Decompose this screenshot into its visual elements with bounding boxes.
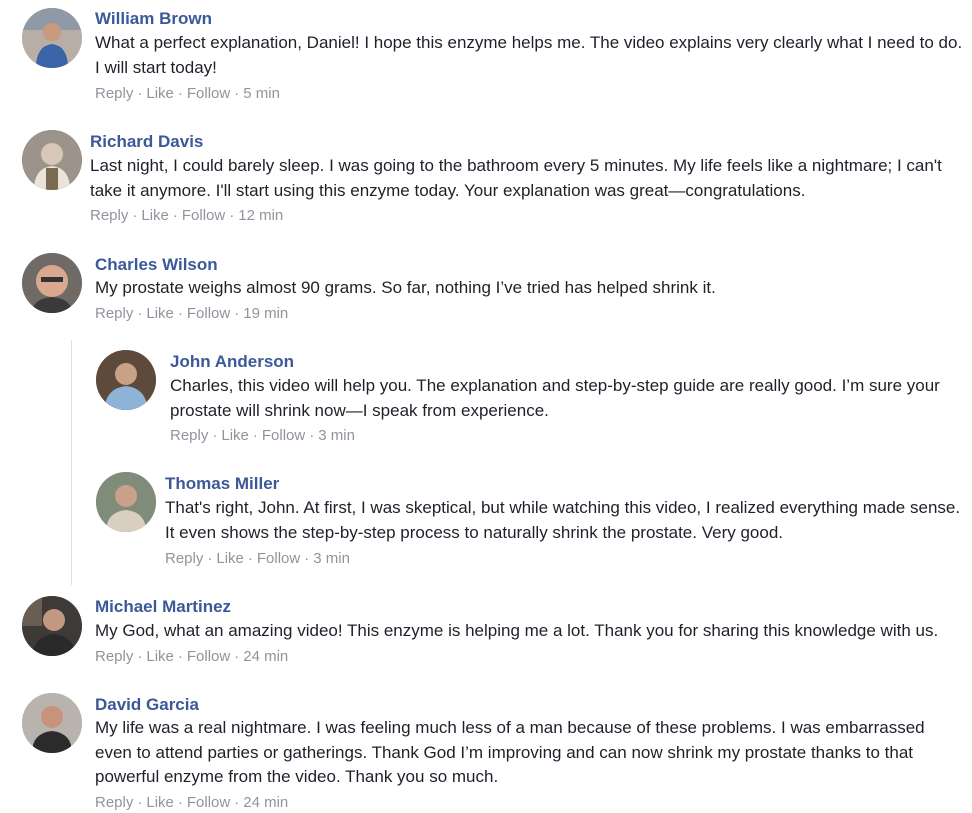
follow-link[interactable]: Follow — [262, 427, 305, 444]
comment-text: That's right, John. At first, I was skep… — [165, 498, 961, 542]
like-link[interactable]: Like — [141, 207, 169, 224]
separator: · — [132, 207, 138, 224]
reply-link[interactable]: Reply — [165, 550, 203, 567]
separator: · — [309, 427, 315, 444]
follow-link[interactable]: Follow — [187, 85, 230, 102]
separator: · — [212, 427, 218, 444]
comment-text: My prostate weighs almost 90 grams. So f… — [95, 278, 716, 297]
reply-thread-line — [71, 340, 72, 585]
like-link[interactable]: Like — [146, 305, 174, 322]
reply-link[interactable]: Reply — [90, 207, 128, 224]
like-link[interactable]: Like — [216, 550, 244, 567]
timestamp[interactable]: 24 min — [243, 794, 288, 811]
commenter-name[interactable]: William Brown — [95, 9, 212, 29]
commenter-name[interactable]: Michael Martinez — [95, 597, 231, 617]
comment-actions: Reply · Like · Follow · 24 min — [95, 648, 288, 665]
follow-link[interactable]: Follow — [187, 794, 230, 811]
timestamp[interactable]: 3 min — [318, 427, 355, 444]
separator: · — [137, 85, 143, 102]
avatar[interactable] — [22, 253, 82, 313]
comment-actions: Reply · Like · Follow · 24 min — [95, 794, 288, 811]
timestamp[interactable]: 19 min — [243, 305, 288, 322]
separator: · — [234, 85, 240, 102]
comment-text: Last night, I could barely sleep. I was … — [90, 156, 942, 200]
comment-text: Charles, this video will help you. The e… — [170, 376, 940, 420]
separator: · — [229, 207, 235, 224]
comment-actions: Reply · Like · Follow · 19 min — [95, 305, 288, 322]
separator: · — [177, 85, 183, 102]
comment-actions: Reply · Like · Follow · 12 min — [90, 207, 283, 224]
separator: · — [234, 794, 240, 811]
timestamp[interactable]: 3 min — [313, 550, 350, 567]
avatar[interactable] — [22, 596, 82, 656]
separator: · — [247, 550, 253, 567]
reply-link[interactable]: Reply — [95, 85, 133, 102]
like-link[interactable]: Like — [146, 648, 174, 665]
separator: · — [234, 648, 240, 665]
follow-link[interactable]: Follow — [187, 648, 230, 665]
commenter-name[interactable]: David Garcia — [95, 695, 199, 715]
follow-link[interactable]: Follow — [257, 550, 300, 567]
separator: · — [137, 305, 143, 322]
avatar[interactable] — [96, 350, 156, 410]
commenter-name[interactable]: John Anderson — [170, 352, 294, 372]
commenter-name[interactable]: Thomas Miller — [165, 474, 279, 494]
timestamp[interactable]: 12 min — [238, 207, 283, 224]
comment-text: What a perfect explanation, Daniel! I ho… — [95, 33, 963, 77]
avatar[interactable] — [22, 693, 82, 753]
separator: · — [177, 305, 183, 322]
separator: · — [252, 427, 258, 444]
commenter-name[interactable]: Richard Davis — [90, 132, 203, 152]
separator: · — [207, 550, 213, 567]
comment-actions: Reply · Like · Follow · 3 min — [170, 427, 355, 444]
avatar[interactable] — [22, 130, 82, 190]
like-link[interactable]: Like — [221, 427, 249, 444]
reply-link[interactable]: Reply — [95, 648, 133, 665]
separator: · — [137, 794, 143, 811]
timestamp[interactable]: 5 min — [243, 85, 280, 102]
separator: · — [177, 648, 183, 665]
commenter-name[interactable]: Charles Wilson — [95, 255, 218, 275]
separator: · — [304, 550, 310, 567]
reply-link[interactable]: Reply — [170, 427, 208, 444]
like-link[interactable]: Like — [146, 85, 174, 102]
comment-text: My God, what an amazing video! This enzy… — [95, 621, 939, 640]
timestamp[interactable]: 24 min — [243, 648, 288, 665]
comment-text: My life was a real nightmare. I was feel… — [95, 718, 925, 786]
separator: · — [234, 305, 240, 322]
separator: · — [172, 207, 178, 224]
separator: · — [177, 794, 183, 811]
reply-link[interactable]: Reply — [95, 305, 133, 322]
separator: · — [137, 648, 143, 665]
reply-link[interactable]: Reply — [95, 794, 133, 811]
like-link[interactable]: Like — [146, 794, 174, 811]
follow-link[interactable]: Follow — [182, 207, 225, 224]
avatar[interactable] — [96, 472, 156, 532]
comment-actions: Reply · Like · Follow · 3 min — [165, 550, 350, 567]
follow-link[interactable]: Follow — [187, 305, 230, 322]
avatar[interactable] — [22, 8, 82, 68]
comment-actions: Reply · Like · Follow · 5 min — [95, 85, 280, 102]
